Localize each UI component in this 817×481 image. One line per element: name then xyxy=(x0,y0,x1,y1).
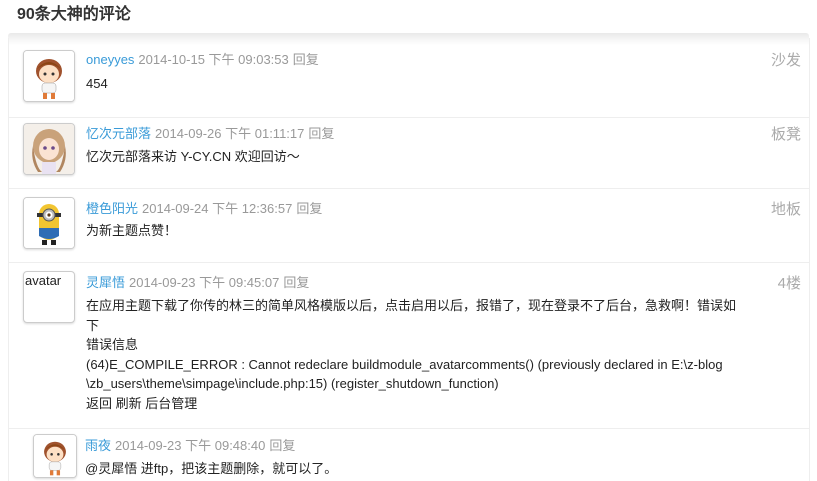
comment-author-link[interactable]: 灵犀悟 xyxy=(86,275,125,290)
minion-avatar-icon[interactable] xyxy=(23,197,75,249)
comment-item: 橙色阳光 2014-09-24 下午 12:36:57 回复 地板 为新主题点赞！ xyxy=(8,188,809,263)
comment-author-link[interactable]: 忆次元部落 xyxy=(86,126,151,141)
comment-time: 2014-09-24 下午 12:36:57 xyxy=(142,201,293,216)
broken-avatar-image[interactable]: avatar xyxy=(23,271,75,323)
floor-label: 地板 xyxy=(770,201,801,218)
comment-meta: 雨夜 2014-09-23 下午 09:48:40 回复 xyxy=(85,438,295,454)
comment-text-line: 454 xyxy=(86,76,108,91)
comment-meta: oneyyes 2014-10-15 下午 09:03:53 回复 xyxy=(86,52,319,68)
comment-text-line: 返回 刷新 后台管理 xyxy=(86,395,198,411)
reply-link[interactable]: 回复 xyxy=(296,201,322,216)
comment-time: 2014-09-26 下午 01:11:17 xyxy=(155,126,305,141)
comment-meta: 橙色阳光 2014-09-24 下午 12:36:57 回复 xyxy=(86,201,322,217)
floor-label: 沙发 xyxy=(770,52,801,69)
comment-meta: 忆次元部落 2014-09-26 下午 01:11:17 回复 xyxy=(86,126,334,142)
anime-girl-avatar-icon[interactable] xyxy=(23,123,75,175)
comment-time: 2014-09-23 下午 09:48:40 xyxy=(115,438,266,453)
comment-item: avatar 灵犀悟 2014-09-23 下午 09:45:07 回复 4楼 在应… xyxy=(8,262,809,429)
reply-link[interactable]: 回复 xyxy=(308,126,334,141)
comment-text: 在应用主题下载了你传的林三的简单风格模版以后，点击启用以后，报错了，现在登录不了… xyxy=(86,296,736,413)
comment-meta: 灵犀悟 2014-09-23 下午 09:45:07 回复 xyxy=(86,275,309,291)
comment-text-line: 忆次元部落来访 Y-CY.CN 欢迎回访～ xyxy=(86,149,300,164)
comment-author-link[interactable]: 雨夜 xyxy=(85,438,111,453)
comment-text-line: @灵犀悟 进ftp，把该主题删除，就可以了。 xyxy=(85,461,338,476)
boy-avatar-icon[interactable] xyxy=(23,50,75,102)
comment-text-line: 下 xyxy=(86,317,100,333)
comment-author-link[interactable]: 橙色阳光 xyxy=(86,201,138,216)
comment-text: 454 xyxy=(86,74,108,94)
comment-item: oneyyes 2014-10-15 下午 09:03:53 回复 沙发 454 xyxy=(8,45,809,118)
floor-label: 板凳 xyxy=(770,126,801,143)
comment-time: 2014-10-15 下午 09:03:53 xyxy=(138,52,289,67)
comment-text-line: 为新主题点赞！ xyxy=(86,223,178,238)
comment-time: 2014-09-23 下午 09:45:07 xyxy=(129,275,280,290)
avatar-alt-text: avatar xyxy=(25,273,62,288)
reply-link[interactable]: 回复 xyxy=(293,52,319,67)
comment-text-line: 错误信息 xyxy=(86,337,139,352)
comment-text: 忆次元部落来访 Y-CY.CN 欢迎回访～ xyxy=(86,147,300,167)
comment-author-link[interactable]: oneyyes xyxy=(86,52,134,67)
reply-link[interactable]: 回复 xyxy=(283,275,309,290)
comment-text: 为新主题点赞！ xyxy=(86,221,177,241)
boy-avatar-icon[interactable] xyxy=(33,434,77,478)
comments-heading: 90条大神的评论 xyxy=(17,6,131,23)
comment-text-line: (64)E_COMPILE_ERROR : Cannot redeclare b… xyxy=(86,356,723,372)
reply-comment-item: 雨夜 2014-09-23 下午 09:48:40 回复 @灵犀悟 进ftp，把该主… xyxy=(26,428,809,481)
comment-text: @灵犀悟 进ftp，把该主题删除，就可以了。 xyxy=(85,459,337,479)
reply-link[interactable]: 回复 xyxy=(269,438,295,453)
comment-item: 忆次元部落 2014-09-26 下午 01:11:17 回复 板凳 忆次元部落来访… xyxy=(8,117,809,189)
comment-text-line: 在应用主题下载了你传的林三的简单风格模版以后，点击启用以后，报错了，现在登录不了… xyxy=(86,298,737,313)
comment-text-line: \zb_users\theme\simpage\include.php:15) … xyxy=(86,376,499,391)
floor-label: 4楼 xyxy=(777,275,801,292)
